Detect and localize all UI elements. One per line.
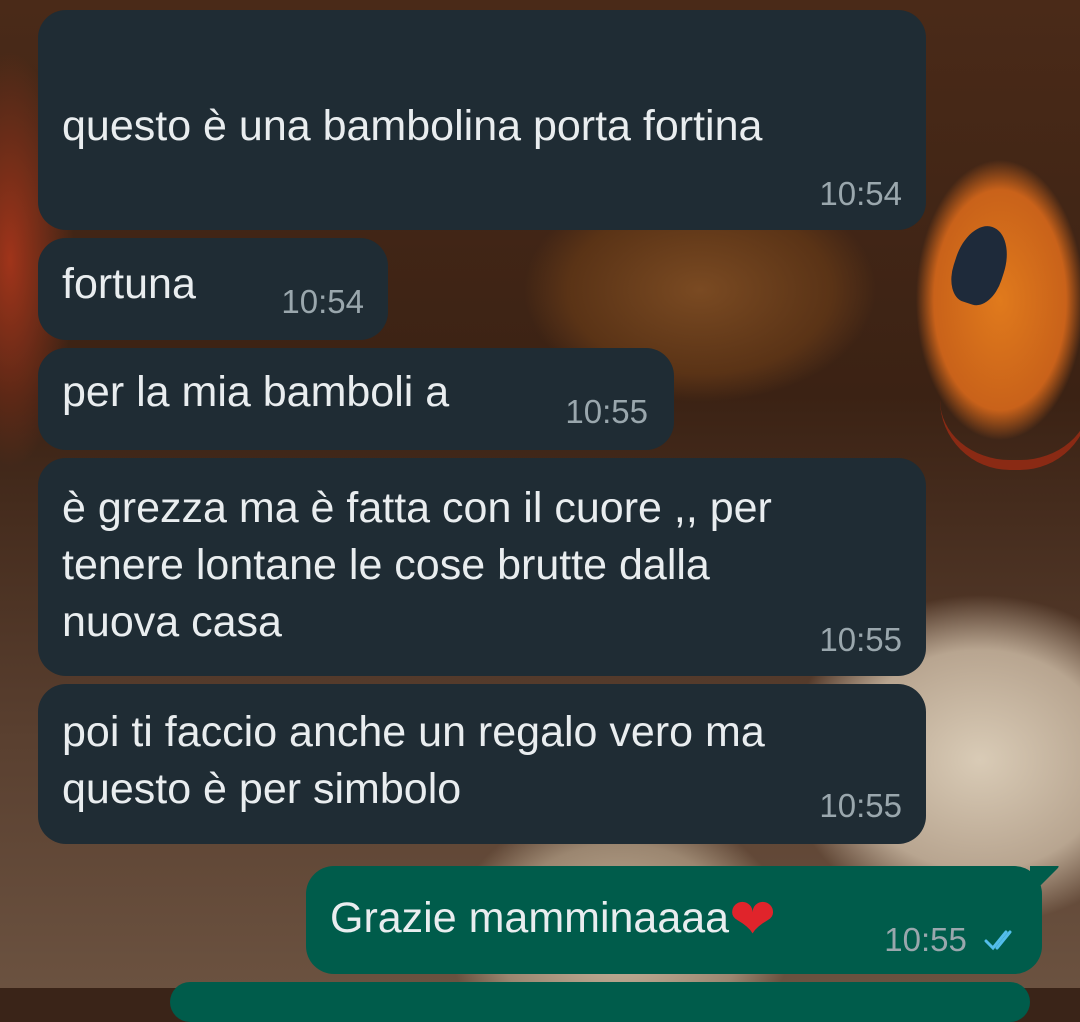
message-text-line: questo è per simbolo (62, 765, 462, 813)
incoming-message-bubble[interactable]: questo è una bambolina porta fortina 10:… (38, 10, 926, 230)
message-text-line: poi ti faccio anche un regalo vero ma (62, 708, 765, 756)
message-timestamp: 10:55 (819, 621, 902, 658)
outgoing-bubble-tail (1030, 866, 1059, 896)
message-timestamp: 10:55 (884, 920, 1020, 962)
message-text-line: nuova casa (62, 598, 282, 646)
message-text-line: tenere lontane le cose brutte dalla (62, 541, 710, 589)
message-timestamp: 10:55 (819, 787, 902, 824)
outgoing-message-bubble-partial[interactable] (170, 982, 1030, 1022)
message-text: questo è una bambolina porta fortina (62, 102, 763, 150)
message-list[interactable]: questo è una bambolina porta fortina 10:… (0, 0, 1080, 1022)
message-time-text: 10:55 (884, 921, 967, 958)
incoming-message-bubble[interactable]: poi ti faccio anche un regalo vero ma qu… (38, 684, 926, 844)
message-timestamp: 10:55 (565, 393, 648, 430)
incoming-message-bubble[interactable]: è grezza ma è fatta con il cuore ,, per … (38, 458, 926, 676)
outgoing-message-bubble[interactable]: Grazie mamminaaaa❤ 10:55 (306, 866, 1042, 974)
incoming-message-bubble[interactable]: fortuna 10:54 (38, 238, 388, 340)
incoming-message-bubble[interactable]: per la mia bamboli a 10:55 (38, 348, 674, 450)
message-timestamp: 10:54 (819, 175, 902, 212)
message-text-content: Grazie mamminaaaa (330, 894, 730, 942)
message-text: Grazie mamminaaaa❤ (330, 890, 776, 947)
message-text: fortuna (62, 260, 196, 308)
heart-emoji: ❤ (729, 887, 777, 950)
message-text-line: è grezza ma è fatta con il cuore ,, per (62, 484, 772, 532)
message-timestamp: 10:54 (281, 283, 364, 320)
message-text: per la mia bamboli a (62, 368, 450, 416)
double-check-icon (984, 922, 1020, 962)
